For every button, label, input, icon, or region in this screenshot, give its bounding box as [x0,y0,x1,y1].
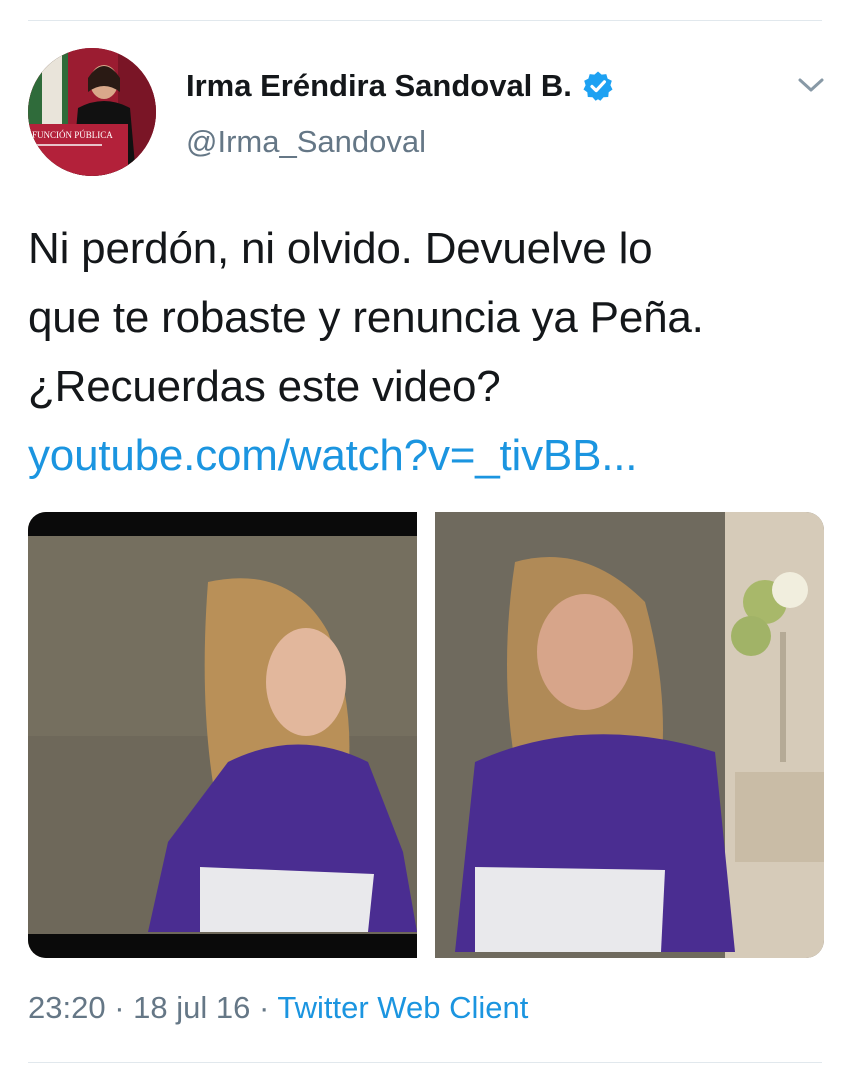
bottom-divider [28,1062,822,1063]
tweet-photo-original[interactable] [28,512,417,958]
verified-badge-icon [582,70,614,102]
author-display-name[interactable]: Irma Eréndira Sandoval B. [186,68,572,104]
tweet-source-link[interactable]: Twitter Web Client [277,990,528,1025]
tweet-photo-edited[interactable] [435,512,824,958]
youtube-link[interactable]: youtube.com/watch?v=_tivBB... [28,421,828,490]
avatar[interactable]: FUNCIÓN PÚBLICA [28,48,156,176]
meta-separator: · [259,990,270,1025]
chevron-down-icon[interactable] [796,72,826,98]
tweet-date[interactable]: 18 jul 16 [133,990,250,1025]
tweet-time[interactable]: 23:20 [28,990,106,1025]
tweet-text-line: que te robaste y renuncia ya Peña. [28,293,704,342]
top-divider [28,20,822,21]
author-display-name-row[interactable]: Irma Eréndira Sandoval B. [186,68,614,104]
tweet-text: Ni perdón, ni olvido. Devuelve lo que te… [28,214,828,490]
tweet-text-line: Ni perdón, ni olvido. Devuelve lo [28,224,653,273]
avatar-sign-text: FUNCIÓN PÚBLICA [32,130,113,140]
meta-separator: · [114,990,125,1025]
tweet-meta: 23:20 · 18 jul 16 · Twitter Web Client [28,990,528,1026]
tweet-text-line: ¿Recuerdas este video? [28,362,501,411]
author-handle[interactable]: @Irma_Sandoval [186,124,426,160]
